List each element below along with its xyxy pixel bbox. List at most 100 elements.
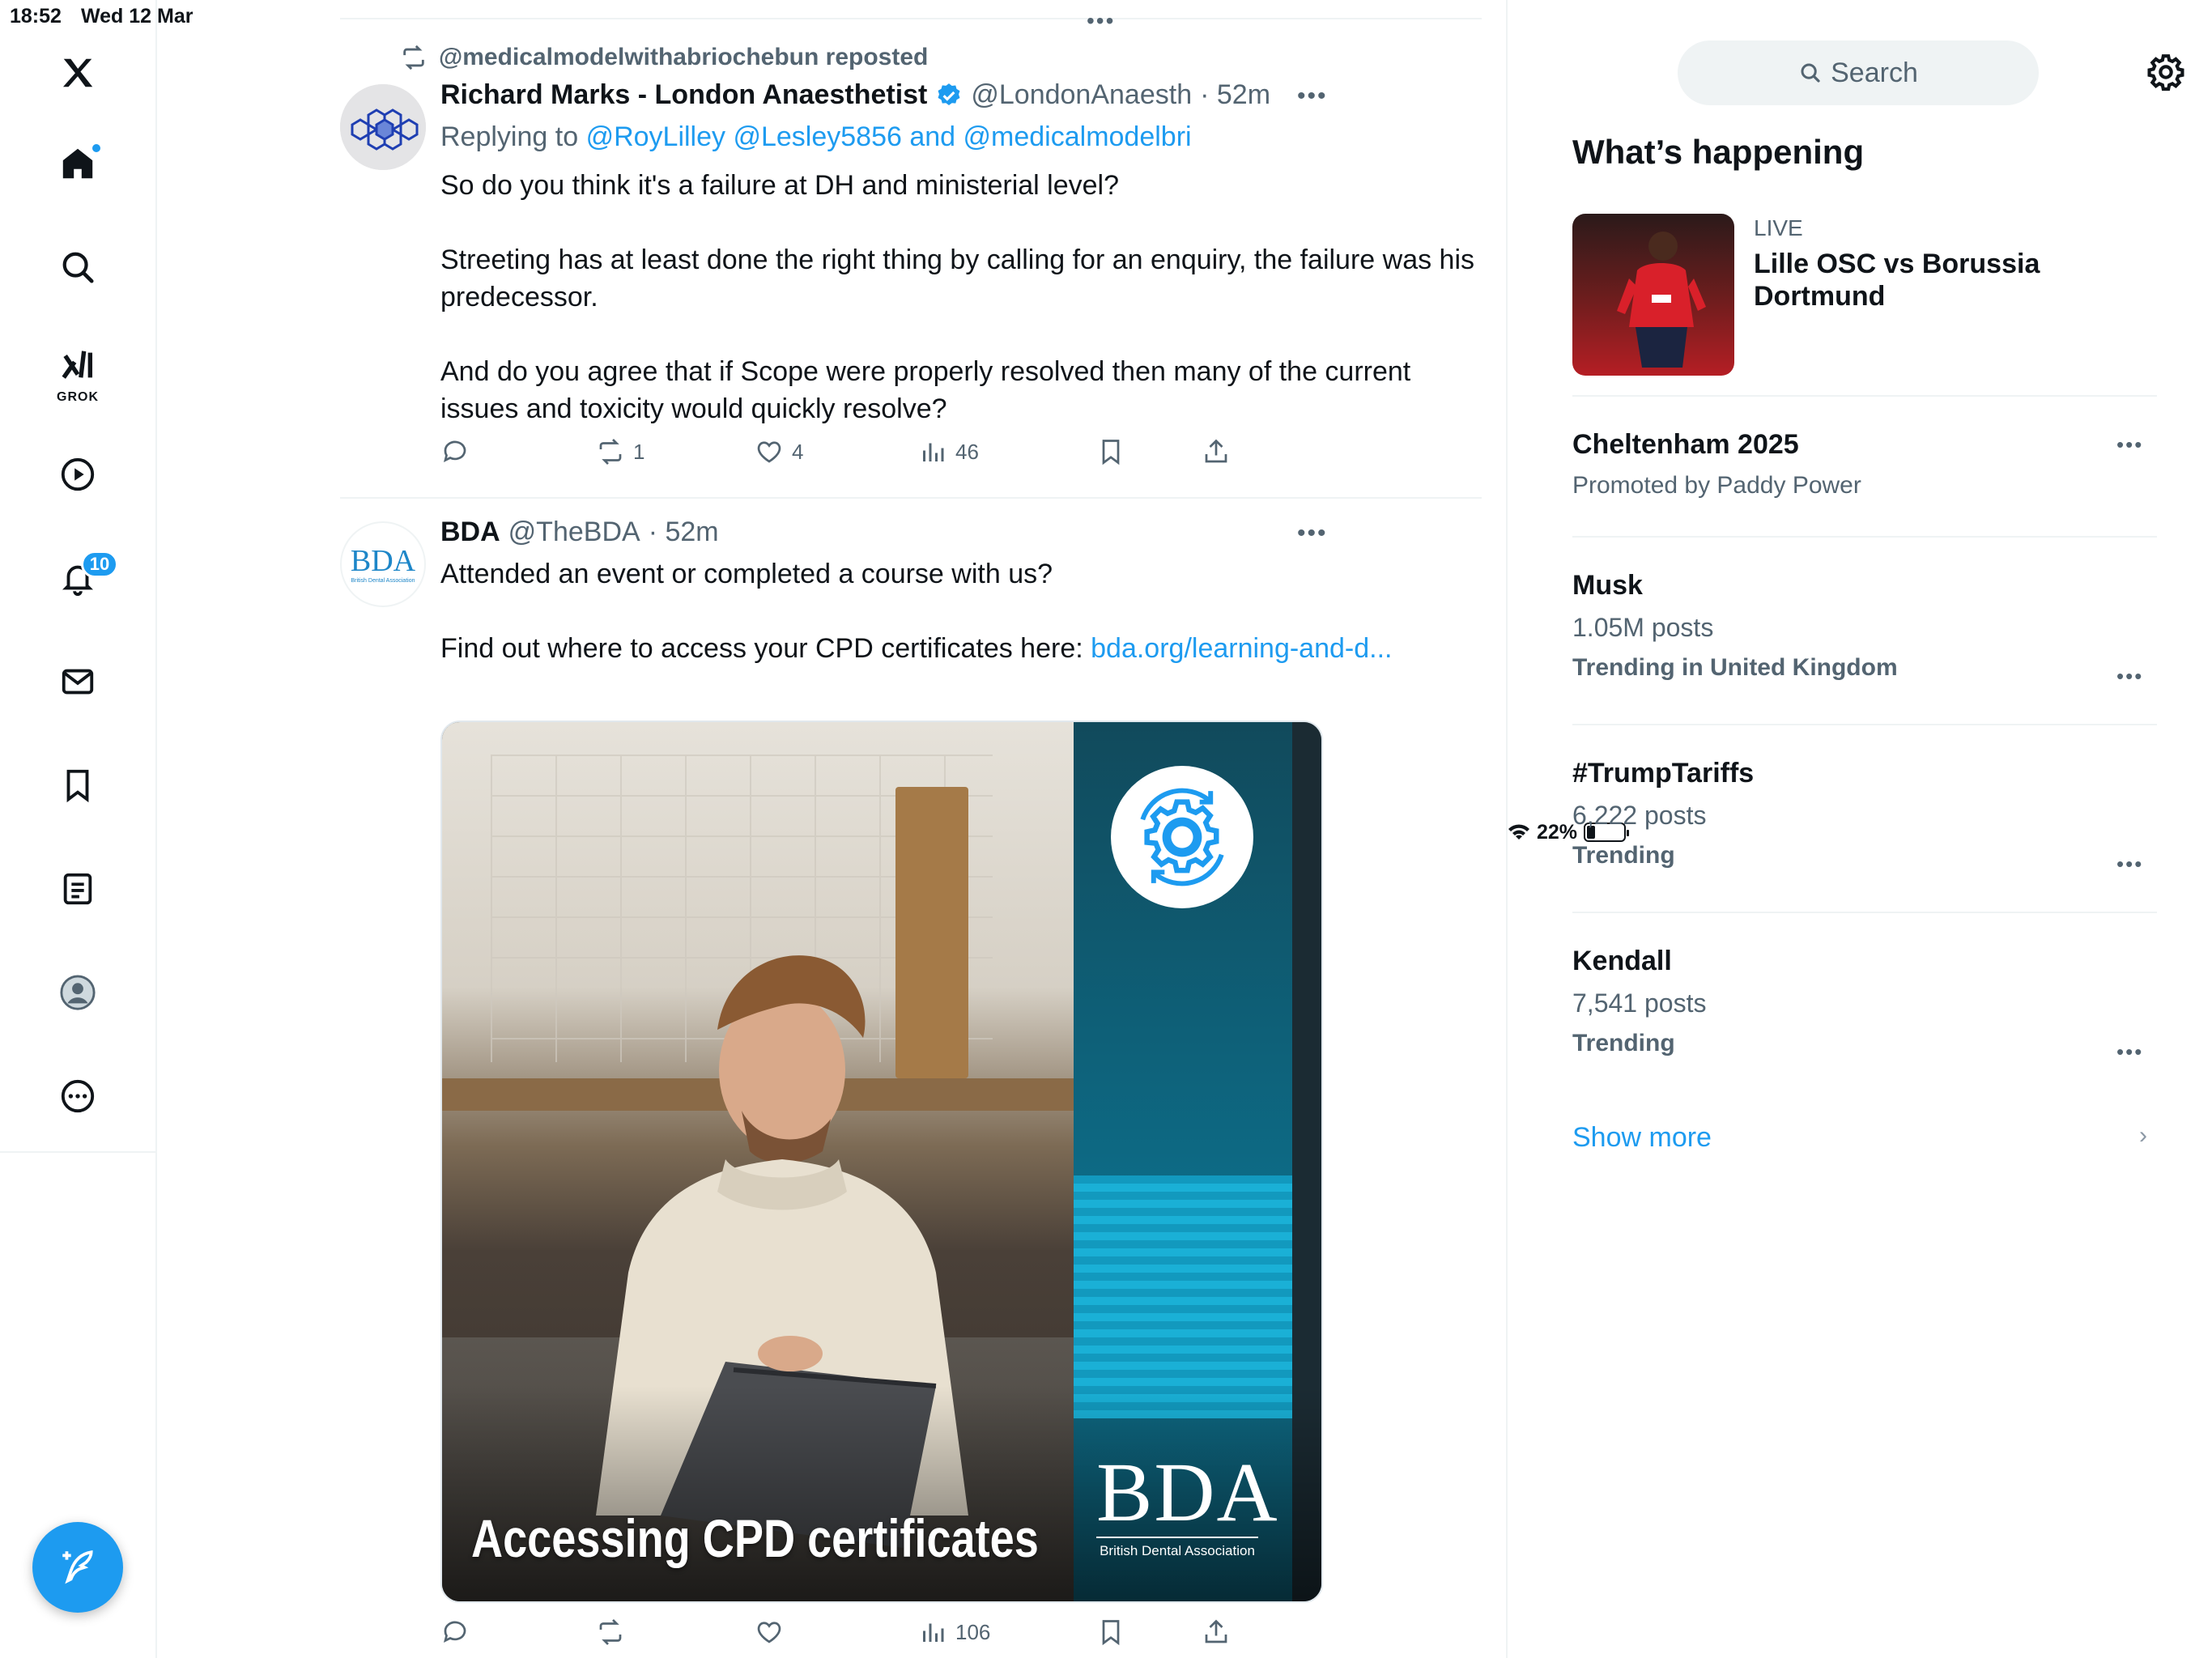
reply-button[interactable]: [440, 437, 470, 466]
more-options-icon[interactable]: •••: [2116, 432, 2143, 457]
search-placeholder: Search: [1831, 57, 1918, 88]
more-circle-icon[interactable]: [42, 1061, 113, 1132]
home-unread-dot: [91, 142, 102, 154]
repost-indicator: @medicalmodelwithabriochebun reposted: [400, 44, 928, 71]
trend-posts: 7,541 posts: [1572, 988, 1707, 1018]
reply-to: Replying to @RoyLilley @Lesley5856 and @…: [440, 121, 1192, 153]
football-player-image: [1617, 232, 1706, 368]
more-options-icon[interactable]: •••: [1297, 520, 1328, 547]
like-count: 4: [792, 439, 804, 464]
views-count: 46: [955, 439, 979, 464]
bookmark-icon: [1102, 440, 1120, 466]
trend-meta: Trending: [1572, 842, 1675, 869]
bookmark-icon: [1102, 1620, 1120, 1646]
list-icon[interactable]: [42, 853, 113, 925]
share-button[interactable]: [1202, 437, 1231, 466]
teal-cushion: [1074, 1175, 1292, 1418]
tweet-link[interactable]: bda.org/learning-and-d...: [1091, 633, 1392, 664]
drag-handle-icon[interactable]: •••: [1087, 8, 1115, 34]
reply-icon: [443, 1621, 466, 1643]
live-tag: LIVE: [1754, 215, 1803, 240]
trend-posts: 1.05M posts: [1572, 613, 1714, 642]
tweet-time: · 52m: [648, 517, 719, 547]
reply-button[interactable]: [440, 1618, 470, 1647]
trend-title: #TrumpTariffs: [1572, 758, 1755, 789]
reply-prefix: Replying to: [440, 121, 579, 152]
tweet-text: So do you think it's a failure at DH and…: [440, 167, 1485, 427]
repost-button[interactable]: [596, 1618, 625, 1647]
tweet-time: · 52m: [1200, 79, 1271, 110]
trend-meta: Trending: [1572, 1030, 1675, 1056]
show-more-link[interactable]: Show more: [1572, 1122, 1712, 1154]
more-options-icon[interactable]: •••: [2116, 1039, 2143, 1065]
tweet-text: Attended an event or completed a course …: [440, 555, 1485, 667]
repost-count: 1: [633, 439, 645, 464]
settings-gear-icon[interactable]: [2146, 52, 2186, 92]
avatar-logo-text: BDA: [350, 543, 416, 578]
tweet-divider: [340, 497, 1482, 499]
repost-by: @medicalmodelwithabriochebun reposted: [439, 44, 929, 70]
tweet-text-prefix: Find out where to access your CPD certif…: [440, 633, 1083, 664]
nav-divider: [0, 1151, 157, 1153]
compose-icon: [62, 1550, 93, 1584]
tweet-header: BDA @TheBDA · 52m: [440, 517, 719, 548]
author-handle[interactable]: @TheBDA: [508, 517, 640, 548]
heart-icon: [757, 441, 781, 463]
views-button[interactable]: 106: [918, 1618, 990, 1647]
tweet-paragraph: Attended an event or completed a course …: [440, 559, 1053, 589]
promoted-trend[interactable]: Cheltenham 2025 Promoted by Paddy Power: [1572, 429, 2157, 500]
author-handle[interactable]: @LondonAnaesth: [971, 79, 1192, 111]
bookmark-button[interactable]: [1096, 1618, 1125, 1647]
reply-targets[interactable]: @RoyLilley @Lesley5856 and @medicalmodel…: [586, 121, 1192, 152]
bell-icon[interactable]: 10: [42, 542, 118, 614]
divider: [1572, 536, 2157, 538]
avatar-icon[interactable]: [42, 957, 113, 1028]
bookmark-button[interactable]: [1096, 437, 1125, 466]
divider: [1572, 912, 2157, 913]
trend-item[interactable]: #TrumpTariffs 6,222 posts Trending: [1572, 758, 2157, 869]
trend-promoted-by: Promoted by Paddy Power: [1572, 472, 1861, 499]
bda-logo-text: BDA: [1096, 1446, 1279, 1539]
share-icon: [1205, 1619, 1227, 1643]
grok-label: GROK: [57, 390, 99, 404]
avatar[interactable]: BDA British Dental Association: [340, 521, 426, 607]
more-options-icon[interactable]: •••: [2116, 664, 2143, 689]
live-title[interactable]: Lille OSC vs Borussia Dortmund: [1754, 248, 2078, 312]
views-icon: [923, 443, 944, 461]
trend-meta: Trending in United Kingdom: [1572, 654, 1898, 681]
search-input[interactable]: Search: [1678, 40, 2039, 105]
views-button[interactable]: 46: [918, 437, 979, 466]
mail-icon[interactable]: [42, 646, 113, 717]
live-event-image[interactable]: [1572, 214, 1734, 376]
repost-button[interactable]: 1: [596, 437, 644, 466]
tweet-actions: 1 4 46: [440, 437, 1485, 478]
search-icon[interactable]: [42, 232, 113, 303]
grok-icon[interactable]: GROK: [42, 335, 113, 406]
compose-button[interactable]: [32, 1522, 123, 1613]
more-options-icon[interactable]: •••: [2116, 852, 2143, 877]
author-name[interactable]: Richard Marks - London Anaesthetist: [440, 79, 927, 111]
section-title: What’s happening: [1572, 133, 1865, 171]
divider: [1572, 724, 2157, 725]
heart-icon: [757, 1622, 781, 1643]
like-button[interactable]: 4: [755, 437, 803, 466]
home-icon[interactable]: [42, 128, 113, 199]
bookmark-icon[interactable]: [42, 750, 113, 821]
avatar[interactable]: [340, 84, 426, 170]
chevron-right-icon: ›: [2139, 1122, 2147, 1149]
like-button[interactable]: [755, 1618, 784, 1647]
x-logo-icon[interactable]: [42, 37, 113, 108]
trend-item[interactable]: Kendall 7,541 posts Trending: [1572, 946, 2157, 1057]
share-button[interactable]: [1202, 1618, 1231, 1647]
more-options-icon[interactable]: •••: [1297, 83, 1328, 110]
views-icon: [923, 1623, 944, 1642]
tweet-header: Richard Marks - London Anaesthetist @Lon…: [440, 79, 1270, 111]
divider: [1572, 395, 2157, 397]
trend-title: Kendall: [1572, 946, 1672, 976]
play-icon[interactable]: [42, 439, 113, 510]
trend-item[interactable]: Musk 1.05M posts Trending in United King…: [1572, 570, 2157, 682]
left-nav: GROK 10: [0, 0, 157, 1658]
tweet-media-image[interactable]: Accessing CPD certificates BDA British D…: [440, 721, 1323, 1603]
tweet-paragraph: Find out where to access your CPD certif…: [440, 630, 1485, 667]
author-name[interactable]: BDA: [440, 517, 500, 548]
